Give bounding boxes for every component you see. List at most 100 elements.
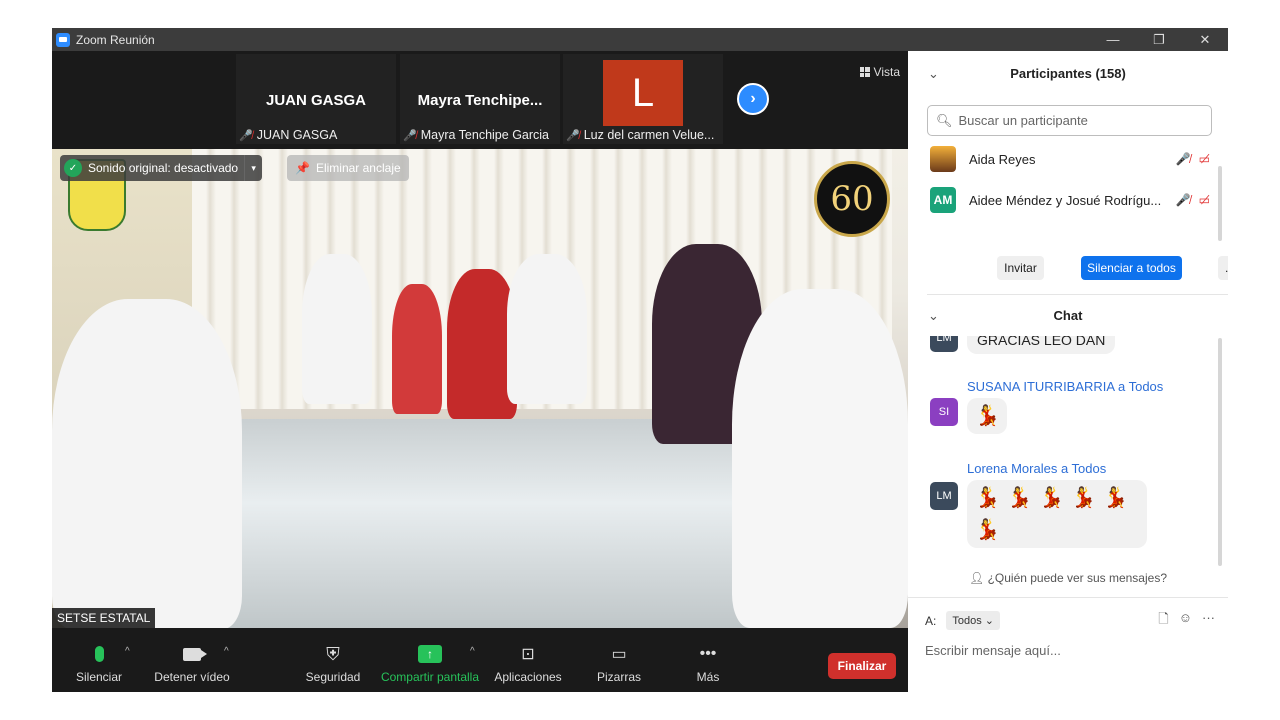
divider [927,294,1228,295]
whiteboards-button[interactable]: ▭ Pizarras [594,642,644,684]
stop-video-label: Detener vídeo [154,670,230,684]
file-icon[interactable]: 🗋 [1158,610,1168,632]
emoji-icon[interactable]: ☺ [1179,610,1192,632]
chat-bubble: GRACIAS LEO DAN [967,336,1116,354]
participant-tile[interactable]: L 🎤̸ Luz del carmen Velue... [563,54,723,144]
apps-button[interactable]: ⊡ Aplicaciones [492,642,564,684]
avatar: LM [930,336,958,352]
meeting-toolbar: Silenciar ^ Detener vídeo ^ ⛨ Seguridad … [52,628,908,692]
participant-name: Aidee Méndez y Josué Rodrígu... [969,192,1162,208]
apps-icon: ⊡ [521,646,535,663]
whiteboard-icon: ▭ [611,646,627,663]
share-arrow-icon: ↑ [418,645,442,663]
dancer-emoji-icon: 💃 [975,487,1000,509]
search-icon: 🔍︎ [936,112,953,128]
tile-label: Luz del carmen Velue... [583,128,715,142]
chat-title: Chat [1053,308,1083,323]
who-can-see-label: ¿Quién puede ver sus mensajes? [987,571,1167,585]
recipient-row: A: Todos ⌄ 🗋 ☺ ··· [925,610,1215,632]
to-label: A: [925,613,937,628]
video-off-icon: ▭̸ [1198,152,1210,166]
participant-tile[interactable]: Mayra Tenchipe... 🎤̸ Mayra Tenchipe Garci… [400,54,560,144]
participant-row[interactable]: AM Aidee Méndez y Josué Rodrígu... 🎤̸ ▭̸ [930,185,1210,215]
mute-label: Silenciar [75,670,123,684]
chat-bubble: 💃 💃 💃 💃 💃 💃 [967,480,1147,548]
recipient-select[interactable]: Todos ⌄ [946,611,1000,630]
avatar: LM [930,482,958,510]
participant-row[interactable]: Aida Reyes 🎤̸ ▭̸ [930,144,1210,174]
chevron-up-icon[interactable]: ^ [125,646,130,657]
main-video[interactable]: ✓ Sonido original: desactivado ▾ 📌 Elimi… [52,149,908,628]
unpin-label: Eliminar anclaje [315,161,401,175]
security-label: Seguridad [305,670,361,684]
close-button[interactable]: ✕ [1182,28,1228,51]
more-dots-icon: ••• [699,645,717,662]
dancer-emoji-icon: 💃 [1071,487,1096,509]
chevron-down-icon[interactable]: ⌄ [928,308,939,324]
person-lock-icon: 👤︎ [968,571,985,585]
share-screen-button[interactable]: ↑ Compartir pantalla [379,642,481,684]
who-can-see-link[interactable]: 👤︎ ¿Quién puede ver sus mensajes? [908,571,1228,585]
participants-more-button[interactable]: ... [1218,256,1228,280]
chevron-down-icon[interactable]: ▾ [244,155,262,181]
avatar [930,146,956,172]
window-title: Zoom Reunión [76,32,155,47]
chat-header[interactable]: ⌄ Chat [908,308,1228,323]
participants-title: Participantes (158) [1010,66,1126,81]
stop-video-button[interactable]: Detener vídeo [152,642,232,684]
tile-label: JUAN GASGA [256,128,338,142]
video-area: JUAN GASGA 🎤̸ JUAN GASGA Mayra Tenchipe..… [52,51,908,628]
minimize-button[interactable]: — [1090,28,1136,51]
pin-icon: 📌 [295,161,310,175]
chevron-up-icon[interactable]: ^ [224,646,229,657]
unpin-button[interactable]: 📌 Eliminar anclaje [287,155,409,181]
chat-input[interactable]: Escribir mensaje aquí... [925,643,1061,658]
dancer-emoji-icon: 💃 [975,405,1000,427]
mic-muted-icon: 🎤̸ [239,129,253,142]
person [732,289,908,628]
message-header: Lorena Morales a Todos [967,461,1107,476]
original-sound-toggle[interactable]: ✓ Sonido original: desactivado ▾ [60,155,263,181]
shield-icon: ⛨ [326,643,340,664]
tile-name: Mayra Tenchipe... [417,92,543,109]
restore-button[interactable]: ❐ [1136,28,1182,51]
participants-header[interactable]: ⌄ Participantes (158) [908,66,1228,81]
grid-icon [859,67,870,77]
divider [908,597,1228,598]
microphone-icon [94,646,104,662]
zoom-window: Zoom Reunión — ❐ ✕ JUAN GASGA 🎤̸ JUAN GAS… [52,28,1228,692]
speaker-name: SETSE ESTATAL [52,608,156,628]
security-button[interactable]: ⛨ Seguridad [304,642,362,685]
person [52,299,242,628]
more-dots-icon[interactable]: ··· [1202,610,1215,632]
video-off-icon: ▭̸ [1198,193,1210,207]
more-button[interactable]: ••• Más [688,642,728,684]
participants-scrollbar[interactable] [1218,166,1222,241]
avatar: SI [930,398,958,426]
dancer-emoji-icon: 💃 [975,519,1000,541]
chat-bubble: 💃 [967,398,1007,434]
participant-search-input[interactable]: 🔍︎ Buscar un participante [927,105,1212,136]
tile-label: Mayra Tenchipe Garcia [420,128,550,142]
end-meeting-button[interactable]: Finalizar [828,653,896,679]
next-page-button[interactable]: › [737,83,769,115]
sound-label: Sonido original: desactivado [88,161,239,175]
invite-button[interactable]: Invitar [997,256,1044,280]
participant-tile[interactable]: JUAN GASGA 🎤̸ JUAN GASGA [236,54,396,144]
person [392,284,442,414]
mute-all-button[interactable]: Silenciar a todos [1081,256,1182,280]
message-header: SUSANA ITURRIBARRIA a Todos [967,379,1164,394]
chat-scrollbar[interactable] [1218,338,1222,566]
meeting-table [147,419,817,628]
recipient-value: Todos [952,615,982,627]
mic-muted-icon: 🎤̸ [566,129,580,142]
chevron-down-icon[interactable]: ⌄ [928,66,939,82]
mute-button[interactable]: Silenciar [74,642,124,684]
chevron-up-icon[interactable]: ^ [470,646,475,657]
whiteboards-label: Pizarras [596,670,641,684]
view-button[interactable]: Vista [859,65,900,79]
zoom-app-icon [56,32,70,47]
shield-check-icon: ✓ [64,159,82,177]
participant-name: Aida Reyes [969,151,1036,167]
side-panel: ⌄ Participantes (158) 🔍︎ Buscar un parti… [908,51,1228,692]
